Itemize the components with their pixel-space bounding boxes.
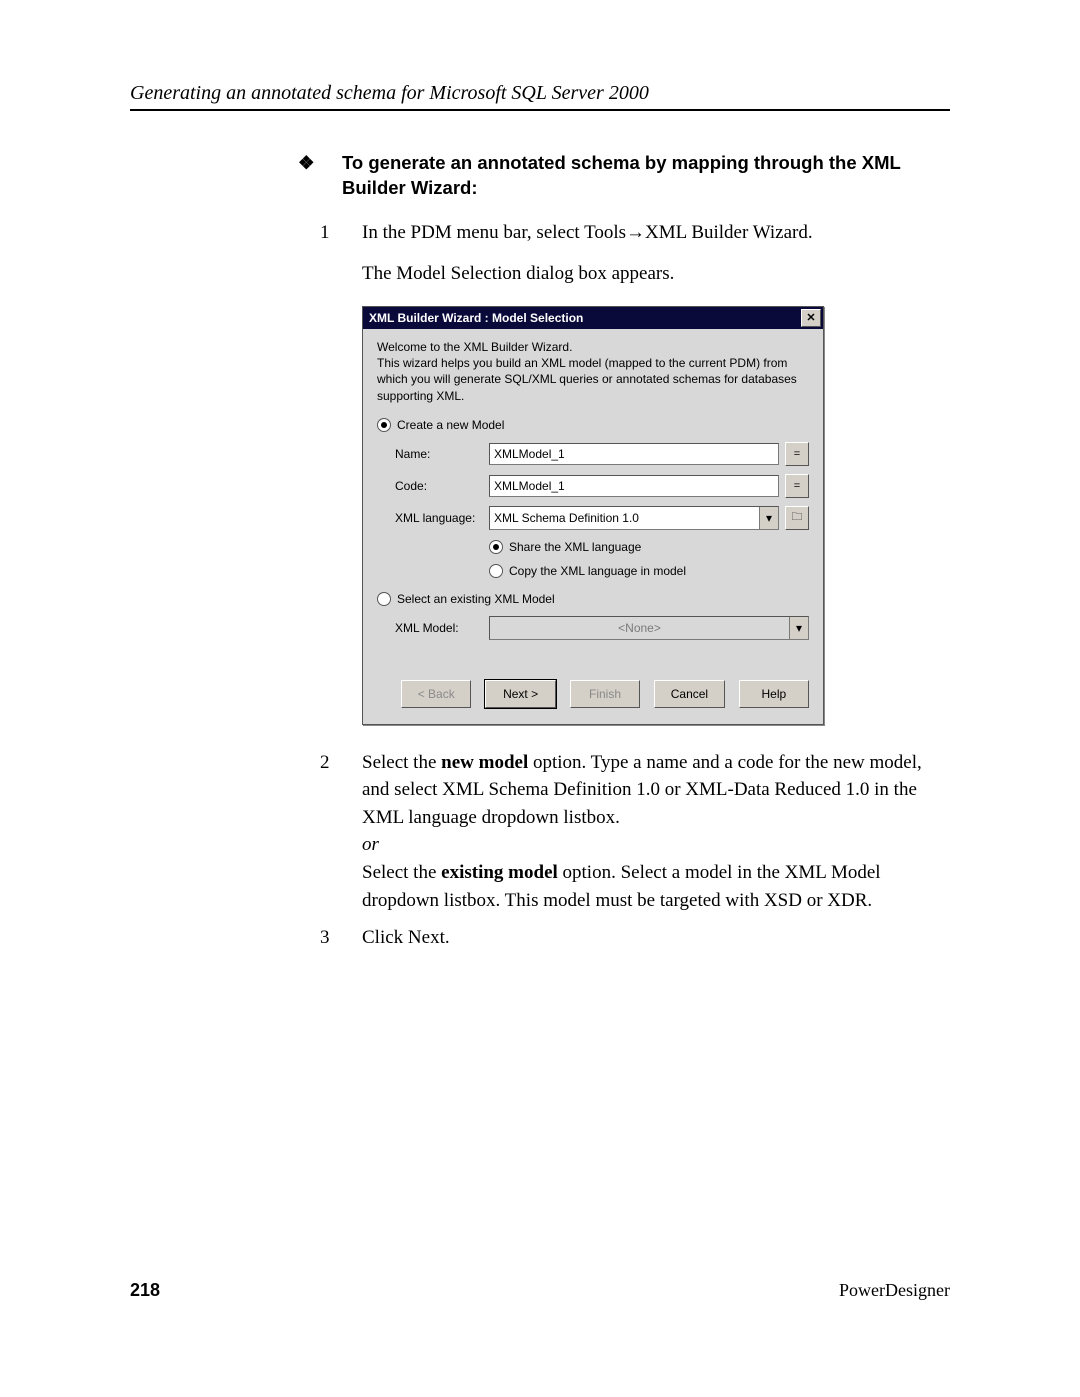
field-name-row: Name: XMLModel_1 = — [395, 442, 809, 466]
field-code-row: Code: XMLModel_1 = — [395, 474, 809, 498]
chevron-down-icon[interactable]: ▾ — [759, 507, 778, 529]
running-header: Generating an annotated schema for Micro… — [130, 82, 950, 111]
xml-model-label: XML Model: — [395, 621, 489, 635]
footer-product: PowerDesigner — [839, 1280, 950, 1301]
step-3: 3 Click Next. — [320, 924, 930, 952]
step-2-part-a: Select the new model option. Type a name… — [362, 749, 930, 832]
finish-button: Finish — [570, 680, 640, 708]
step-2-part-b: Select the existing model option. Select… — [362, 859, 930, 914]
radio-share-language[interactable]: Share the XML language — [489, 540, 809, 554]
field-xml-model-row: XML Model: <None> ▾ — [395, 616, 809, 640]
language-combobox[interactable]: XML Schema Definition 1.0 ▾ — [489, 506, 779, 530]
name-input[interactable]: XMLModel_1 — [489, 443, 779, 465]
radio-copy-language[interactable]: Copy the XML language in model — [489, 564, 809, 578]
language-value: XML Schema Definition 1.0 — [490, 507, 759, 529]
step-1-text-a: In the PDM menu bar, select Tools — [362, 222, 626, 243]
section-heading: ❖To generate an annotated schema by mapp… — [320, 151, 930, 201]
code-sync-button[interactable]: = — [785, 474, 809, 498]
step-2-text-a1: Select the — [362, 752, 441, 773]
code-label: Code: — [395, 479, 489, 493]
dialog-intro-line-1: Welcome to the XML Builder Wizard. — [377, 339, 809, 355]
dialog-intro-line-2: This wizard helps you build an XML model… — [377, 355, 809, 404]
radio-create-new-model-label: Create a new Model — [397, 418, 504, 432]
language-browse-button[interactable]: 🗀 — [785, 506, 809, 530]
dialog-titlebar: XML Builder Wizard : Model Selection ✕ — [363, 307, 823, 329]
wizard-button-row: < Back Next > Finish Cancel Help — [377, 668, 809, 710]
step-1-text-b: XML Builder Wizard. — [645, 222, 813, 243]
field-language-row: XML language: XML Schema Definition 1.0 … — [395, 506, 809, 530]
close-icon[interactable]: ✕ — [801, 309, 821, 327]
xml-model-combobox[interactable]: <None> ▾ — [489, 616, 809, 640]
diamond-bullet-icon: ❖ — [320, 151, 342, 176]
step-2-or: or — [362, 831, 930, 859]
step-number: 2 — [320, 749, 362, 914]
chevron-down-icon: ▾ — [789, 617, 808, 639]
help-button[interactable]: Help — [739, 680, 809, 708]
next-button[interactable]: Next > — [485, 680, 555, 708]
section-heading-text: To generate an annotated schema by mappi… — [342, 152, 901, 198]
step-list: 1 In the PDM menu bar, select Tools→XML … — [320, 219, 930, 952]
radio-create-new-model[interactable]: Create a new Model — [377, 418, 809, 432]
page-number: 218 — [130, 1280, 160, 1301]
radio-icon[interactable] — [489, 540, 503, 554]
page-footer: 218 PowerDesigner — [130, 1280, 950, 1301]
radio-share-language-label: Share the XML language — [509, 540, 641, 554]
arrow-icon: → — [626, 222, 645, 243]
main-content: ❖To generate an annotated schema by mapp… — [320, 151, 930, 952]
step-2-text-b1: Select the — [362, 862, 441, 883]
step-3-text: Click Next. — [362, 924, 930, 952]
step-2: 2 Select the new model option. Type a na… — [320, 749, 930, 914]
name-sync-button[interactable]: = — [785, 442, 809, 466]
name-label: Name: — [395, 447, 489, 461]
cancel-button[interactable]: Cancel — [654, 680, 724, 708]
xml-model-value: <None> — [490, 617, 789, 639]
step-1-line-2: The Model Selection dialog box appears. — [362, 260, 930, 288]
back-button: < Back — [401, 680, 471, 708]
step-number: 1 — [320, 219, 362, 288]
dialog-intro: Welcome to the XML Builder Wizard. This … — [377, 339, 809, 404]
dialog-screenshot: XML Builder Wizard : Model Selection ✕ W… — [362, 306, 930, 725]
radio-icon[interactable] — [377, 592, 391, 606]
step-2-bold-1: new model — [441, 752, 528, 773]
radio-icon[interactable] — [489, 564, 503, 578]
radio-select-existing-model-label: Select an existing XML Model — [397, 592, 555, 606]
dialog-title: XML Builder Wizard : Model Selection — [369, 311, 583, 325]
step-number: 3 — [320, 924, 362, 952]
xml-builder-wizard-dialog: XML Builder Wizard : Model Selection ✕ W… — [362, 306, 824, 725]
step-1-line-1: In the PDM menu bar, select Tools→XML Bu… — [362, 219, 930, 247]
step-1: 1 In the PDM menu bar, select Tools→XML … — [320, 219, 930, 288]
language-label: XML language: — [395, 511, 489, 525]
code-input[interactable]: XMLModel_1 — [489, 475, 779, 497]
language-sub-options: Share the XML language Copy the XML lang… — [489, 540, 809, 578]
radio-select-existing-model[interactable]: Select an existing XML Model — [377, 592, 809, 606]
step-2-bold-2: existing model — [441, 862, 558, 883]
radio-copy-language-label: Copy the XML language in model — [509, 564, 686, 578]
radio-icon[interactable] — [377, 418, 391, 432]
